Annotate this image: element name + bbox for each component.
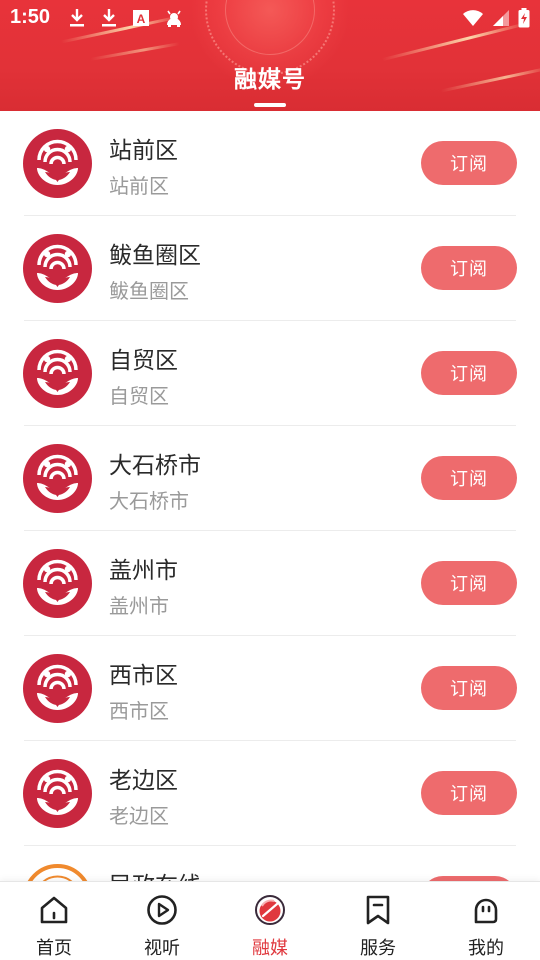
media-logo-icon (23, 129, 92, 198)
notification-icons: A (68, 8, 184, 28)
account-name: 盖州市 (109, 558, 178, 584)
subscribe-button[interactable]: 订阅 (421, 246, 517, 290)
subscribe-button[interactable]: 订阅 (421, 351, 517, 395)
account-name: 西市区 (109, 663, 178, 689)
page-title: 融媒号 (234, 67, 306, 93)
a-box-icon: A (133, 10, 149, 26)
civil-affairs-logo-icon (23, 864, 92, 881)
list-item[interactable]: 西市区 西市区 订阅 (0, 636, 540, 741)
media-logo-icon (23, 759, 92, 828)
account-subtitle: 鲅鱼圈区 (109, 279, 189, 303)
account-name: 自贸区 (109, 348, 178, 374)
account-subtitle: 老边区 (109, 804, 169, 828)
account-name: 老边区 (109, 768, 178, 794)
media-logo-icon (23, 444, 92, 513)
svg-text:A: A (137, 12, 146, 26)
media-logo-icon (23, 234, 92, 303)
list-item[interactable]: 盖州市 盖州市 订阅 (0, 531, 540, 636)
account-subtitle: 大石桥市 (109, 489, 189, 513)
list-item[interactable]: 大石桥市 大石桥市 订阅 (0, 426, 540, 531)
media-logo-icon (23, 549, 92, 618)
system-status-icons (462, 8, 530, 28)
media-account-list[interactable]: 站前区 站前区 订阅 鲅鱼圈区 鲅鱼圈区 订阅 自贸区 自贸区 订阅 大石桥市 … (0, 111, 540, 881)
account-subtitle: 盖州市 (109, 594, 169, 618)
list-item[interactable]: 自贸区 自贸区 订阅 (0, 321, 540, 426)
account-name: 站前区 (109, 138, 178, 164)
wifi-icon (463, 10, 483, 26)
battery-charging-icon (518, 8, 530, 28)
nav-label: 融媒 (252, 938, 288, 959)
account-subtitle: 自贸区 (109, 384, 169, 408)
signal-icon (493, 10, 509, 26)
account-subtitle: 西市区 (109, 699, 169, 723)
list-item[interactable]: 民政在线 订阅 (0, 846, 540, 881)
nav-item-home[interactable]: 首页 (0, 882, 108, 960)
nav-label: 我的 (468, 938, 504, 959)
media-logo-icon (23, 654, 92, 723)
subscribe-button[interactable]: 订阅 (421, 141, 517, 185)
list-item[interactable]: 站前区 站前区 订阅 (0, 111, 540, 216)
rongmei-icon (255, 895, 285, 925)
account-name: 大石桥市 (109, 453, 201, 479)
list-item[interactable]: 鲅鱼圈区 鲅鱼圈区 订阅 (0, 216, 540, 321)
app-header: 1:50 A 融媒号 (0, 0, 540, 111)
status-time: 1:50 (10, 6, 51, 28)
nav-label: 视听 (144, 938, 180, 959)
subscribe-button[interactable]: 订阅 (421, 771, 517, 815)
nav-item-services[interactable]: 服务 (324, 882, 432, 960)
status-bar: 1:50 A (0, 0, 540, 36)
title-tab-indicator (254, 103, 286, 107)
nav-item-mine[interactable]: 我的 (432, 882, 540, 960)
download-icon (70, 9, 84, 27)
nav-item-rongmei[interactable]: 融媒 (216, 882, 324, 960)
nav-item-audiovisual[interactable]: 视听 (108, 882, 216, 960)
account-subtitle: 站前区 (109, 174, 169, 198)
profile-face-icon (474, 898, 498, 924)
bottom-navigation: 首页 视听 融媒 服务 我的 (0, 881, 540, 960)
subscribe-button[interactable]: 订阅 (421, 561, 517, 605)
account-name: 民政在线 (109, 866, 201, 881)
bookmark-icon (366, 895, 390, 925)
account-name: 鲅鱼圈区 (109, 243, 201, 269)
nav-label: 服务 (360, 938, 396, 959)
android-icon (167, 10, 181, 27)
home-icon (40, 896, 68, 924)
subscribe-button[interactable]: 订阅 (421, 456, 517, 500)
header-light-streak (90, 42, 180, 61)
play-icon (147, 895, 177, 925)
list-item[interactable]: 老边区 老边区 订阅 (0, 741, 540, 846)
download-icon (102, 9, 116, 27)
subscribe-button[interactable]: 订阅 (421, 666, 517, 710)
media-logo-icon (23, 339, 92, 408)
nav-label: 首页 (36, 938, 72, 959)
